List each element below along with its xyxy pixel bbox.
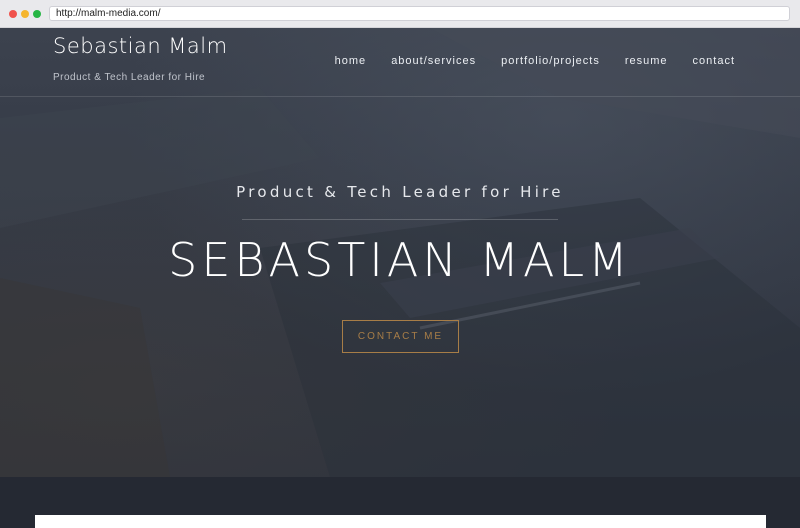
main-nav: home about/services portfolio/projects r… [335, 55, 735, 67]
hero-section: Sebastian Malm Product & Tech Leader for… [0, 28, 800, 477]
minimize-window-icon[interactable] [21, 10, 29, 18]
nav-item-contact[interactable]: contact [693, 55, 735, 67]
nav-item-about-services[interactable]: about/services [391, 55, 476, 67]
address-bar[interactable]: http://malm-media.com/ [49, 6, 790, 21]
site-brand[interactable]: Sebastian Malm [53, 34, 228, 58]
hero-subtitle: Product & Tech Leader for Hire [236, 183, 564, 201]
close-window-icon[interactable] [9, 10, 17, 18]
content-card [35, 515, 766, 528]
hero-title: SEBASTIAN MALM [168, 233, 632, 287]
maximize-window-icon[interactable] [33, 10, 41, 18]
hero-divider [242, 219, 558, 220]
header-divider [0, 96, 800, 97]
browser-chrome: http://malm-media.com/ [0, 0, 800, 28]
nav-item-portfolio-projects[interactable]: portfolio/projects [501, 55, 600, 67]
contact-me-button[interactable]: CONTACT ME [342, 320, 459, 353]
nav-item-resume[interactable]: resume [625, 55, 668, 67]
site-tagline: Product & Tech Leader for Hire [53, 72, 206, 83]
nav-item-home[interactable]: home [335, 55, 367, 67]
